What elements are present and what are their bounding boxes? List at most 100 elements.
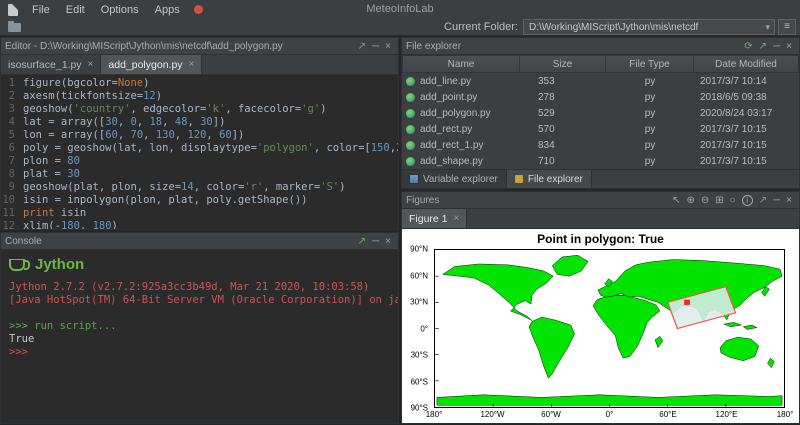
- code-line: 7 plon = 80: [1, 155, 398, 168]
- pan-icon[interactable]: ⊞: [712, 193, 726, 208]
- table-row[interactable]: add_rect_1.py 834 py 2017/3/7 10:15: [402, 137, 799, 153]
- menu-item[interactable]: Edit: [58, 3, 93, 17]
- tab-figure-1[interactable]: Figure 1 ×: [402, 209, 468, 228]
- table-row[interactable]: add_polygon.py 529 py 2020/8/24 03:17: [402, 105, 799, 121]
- menu-item[interactable]: File: [24, 3, 58, 17]
- pointer-icon[interactable]: ↖: [669, 193, 683, 208]
- column-header-name[interactable]: Name: [402, 55, 520, 73]
- code-editor[interactable]: 1 figure(bgcolor=None) 2 axesm(tickfonts…: [1, 75, 398, 229]
- left-column: Editor - D:\Working\MIScript\Jython\mis\…: [0, 37, 399, 424]
- explorer-bottom-tabs: Variable explorer File explorer: [402, 169, 799, 188]
- code-text: xlim(-180, 180): [23, 220, 118, 229]
- file-type-cell: py: [644, 75, 656, 87]
- close-icon[interactable]: ×: [783, 39, 795, 54]
- detach-icon[interactable]: ↗: [355, 234, 369, 249]
- help-icon[interactable]: [193, 5, 203, 14]
- close-icon[interactable]: ×: [382, 234, 394, 249]
- current-folder-combobox[interactable]: D:\Working\MIScript\Jython\mis\netcdf ▾: [523, 19, 775, 35]
- title-bar: File Edit Options Apps MeteoInfoLab Current…: [0, 0, 800, 36]
- browse-folder-button[interactable]: ≡: [778, 19, 796, 35]
- main-content: Editor - D:\Working\MIScript\Jython\mis\…: [0, 36, 800, 424]
- zoom-out-icon[interactable]: ⊖: [698, 193, 712, 208]
- close-icon[interactable]: ×: [454, 213, 460, 224]
- minimize-icon[interactable]: ─: [369, 234, 382, 249]
- column-header-file-type[interactable]: File Type: [606, 55, 694, 73]
- menu-item[interactable]: Apps: [147, 3, 188, 17]
- zoom-in-icon[interactable]: ⊕: [683, 193, 697, 208]
- detach-icon[interactable]: ↗: [355, 39, 369, 54]
- x-tick-label: 120°E: [715, 410, 738, 419]
- file-size-cell: 353: [538, 75, 555, 87]
- python-file-icon: [406, 76, 415, 86]
- minimize-icon[interactable]: ─: [369, 39, 382, 54]
- identify-icon[interactable]: ○: [727, 193, 739, 208]
- file-date-cell: 2017/3/7 10:15: [700, 139, 767, 151]
- file-date-cell: 2017/3/7 10:14: [700, 75, 767, 87]
- close-icon[interactable]: ×: [189, 59, 195, 70]
- refresh-icon[interactable]: ⟳: [741, 39, 755, 54]
- code-text: poly = geoshow(lat, lon, displaytype='po…: [23, 142, 398, 154]
- console-output[interactable]: Jython Jython 2.7.2 (v2.7.2:925a3cc3b49d…: [1, 250, 398, 423]
- info-icon[interactable]: i: [741, 194, 753, 206]
- close-icon[interactable]: ×: [382, 39, 394, 54]
- table-row[interactable]: add_rect.py 570 py 2017/3/7 10:15: [402, 121, 799, 137]
- file-explorer-header: File explorer ⟳ ↗ ─ ×: [402, 38, 799, 55]
- chevron-down-icon[interactable]: ▾: [763, 22, 772, 33]
- y-tick-label: 60°S: [410, 377, 428, 386]
- file-size-cell: 710: [538, 155, 555, 167]
- file-date-cell: 2017/3/7 10:15: [700, 155, 767, 167]
- map-plot[interactable]: [434, 249, 785, 408]
- continents: [436, 255, 783, 406]
- table-row[interactable]: add_shape.py 710 py 2017/3/7 10:15: [402, 153, 799, 169]
- column-header-date-modified[interactable]: Date Modified: [694, 55, 799, 73]
- file-type-cell: py: [644, 139, 656, 151]
- tab-file-explorer[interactable]: File explorer: [506, 170, 592, 188]
- detach-icon[interactable]: ↗: [756, 39, 770, 54]
- file-date-cell: 2018/6/5 09:38: [700, 91, 767, 103]
- figures-panel-header: Figures ↖ ⊕ ⊖ ⊞ ○ i ↗ ─ ×: [402, 192, 799, 209]
- main-menu: File Edit Options Apps: [24, 3, 188, 17]
- code-text: geoshow(plat, plon, size=14, color='r', …: [23, 181, 346, 193]
- table-row[interactable]: add_point.py 278 py 2018/6/5 09:38: [402, 89, 799, 105]
- file-name-cell: add_shape.py: [402, 156, 520, 167]
- line-number: 7: [8, 155, 15, 167]
- editor-tab-bar: isosurface_1.py × add_polygon.py ×: [1, 55, 398, 75]
- folder-toolbar: Current Folder: D:\Working\MIScript\Jyth…: [0, 19, 800, 35]
- figures-panel: Figures ↖ ⊕ ⊖ ⊞ ○ i ↗ ─ × Figure 1 × Poi…: [401, 191, 800, 424]
- open-folder-icon[interactable]: [8, 20, 21, 32]
- console-panel-controls: ↗ ─ ×: [355, 234, 394, 249]
- figure-tab-bar: Figure 1 ×: [402, 209, 799, 229]
- minimize-icon[interactable]: ─: [770, 193, 783, 208]
- tab-label: isosurface_1.py: [8, 58, 82, 71]
- file-size-cell: 834: [538, 139, 555, 151]
- tab-variable-explorer[interactable]: Variable explorer: [402, 170, 507, 188]
- menu-item[interactable]: Options: [93, 3, 147, 17]
- y-tick-label: 90°S: [410, 403, 428, 413]
- tab-isosurface-1-py[interactable]: isosurface_1.py ×: [1, 55, 102, 74]
- minimize-icon[interactable]: ─: [770, 39, 783, 54]
- code-line: 10 isin = inpolygon(plon, plat, poly.get…: [1, 194, 398, 207]
- close-icon[interactable]: ×: [88, 59, 94, 70]
- code-line: 11 print isin: [1, 207, 398, 220]
- figure-canvas[interactable]: Point in polygon: True 90°N 60°N 30°N 0° 30°…: [402, 229, 799, 423]
- y-tick-label: 30°N: [410, 297, 428, 307]
- figures-panel-title: Figures: [406, 194, 440, 206]
- y-tick-label: 60°N: [410, 271, 428, 280]
- current-folder-label: Current Folder:: [444, 21, 518, 33]
- table-row[interactable]: add_line.py 353 py 2017/3/7 10:14: [402, 73, 799, 89]
- code-text: figure(bgcolor=None): [23, 77, 150, 89]
- console-line: [Java HotSpot(TM) 64-Bit Server VM (Orac…: [9, 294, 398, 306]
- close-icon[interactable]: ×: [783, 193, 795, 208]
- tab-add-polygon-py[interactable]: add_polygon.py ×: [101, 55, 203, 74]
- world-map: [435, 255, 783, 407]
- code-line: 1 figure(bgcolor=None): [1, 77, 398, 90]
- folder-icon: [514, 175, 523, 183]
- code-line: 6 poly = geoshow(lat, lon, displaytype='…: [1, 142, 398, 155]
- right-column: File explorer ⟳ ↗ ─ × Name Size File Typ…: [401, 37, 800, 424]
- line-number: 12: [2, 220, 15, 229]
- x-tick-label: 120°W: [480, 410, 505, 419]
- x-tick-label: 60°E: [659, 410, 677, 419]
- detach-icon[interactable]: ↗: [756, 193, 770, 208]
- column-header-size[interactable]: Size: [520, 55, 606, 73]
